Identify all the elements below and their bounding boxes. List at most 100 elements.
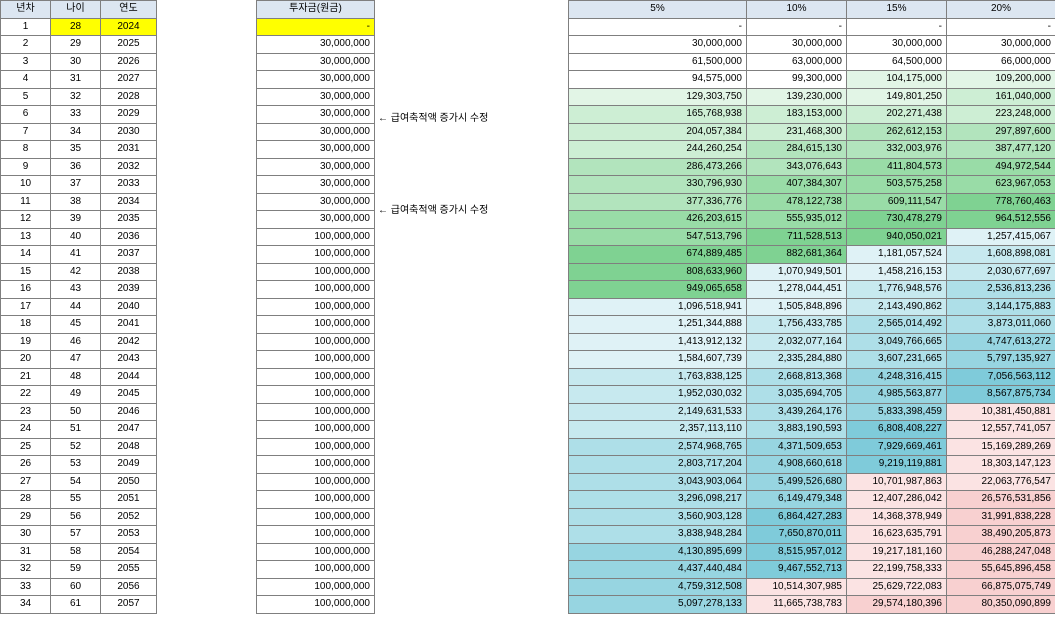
cell-year-index[interactable]: 23	[0, 402, 51, 421]
cell-rate-10[interactable]: 3,883,190,593	[746, 420, 847, 439]
cell-rate-15[interactable]: 64,500,000	[846, 52, 947, 71]
cell-rate-10[interactable]: 99,300,000	[746, 70, 847, 89]
cell-year-index[interactable]: 9	[0, 157, 51, 176]
cell-rate-5[interactable]: 61,500,000	[568, 52, 747, 71]
cell-rate-15[interactable]: 202,271,438	[846, 105, 947, 124]
cell-rate-15[interactable]: 10,701,987,863	[846, 472, 947, 491]
cell-rate-5[interactable]: 1,096,518,941	[568, 297, 747, 316]
cell-rate-15[interactable]: 2,565,014,492	[846, 315, 947, 334]
cell-year[interactable]: 2056	[100, 577, 157, 596]
cell-rate-20[interactable]: 46,288,247,048	[946, 542, 1055, 561]
cell-rate-20[interactable]: 26,576,531,856	[946, 490, 1055, 509]
cell-rate-5[interactable]: 2,357,113,110	[568, 420, 747, 439]
cell-rate-20[interactable]: 2,030,677,697	[946, 262, 1055, 281]
cell-investment[interactable]: 100,000,000	[256, 367, 375, 386]
cell-year-index[interactable]: 29	[0, 507, 51, 526]
cell-rate-20[interactable]: 2,536,813,236	[946, 280, 1055, 299]
cell-rate-10[interactable]: 3,439,264,176	[746, 402, 847, 421]
cell-age[interactable]: 30	[50, 52, 101, 71]
cell-year-index[interactable]: 10	[0, 175, 51, 194]
cell-year[interactable]: 2032	[100, 157, 157, 176]
cell-rate-15[interactable]: 5,833,398,459	[846, 402, 947, 421]
cell-rate-15[interactable]: 149,801,250	[846, 87, 947, 106]
cell-age[interactable]: 47	[50, 350, 101, 369]
cell-year[interactable]: 2045	[100, 385, 157, 404]
cell-investment[interactable]: 100,000,000	[256, 577, 375, 596]
cell-rate-10[interactable]: 4,908,660,618	[746, 455, 847, 474]
cell-rate-5[interactable]: 286,473,266	[568, 157, 747, 176]
cell-year-index[interactable]: 24	[0, 420, 51, 439]
cell-year-index[interactable]: 34	[0, 595, 51, 614]
cell-rate-5[interactable]: 808,633,960	[568, 262, 747, 281]
cell-age[interactable]: 50	[50, 402, 101, 421]
cell-year-index[interactable]: 22	[0, 385, 51, 404]
cell-rate-15[interactable]: 6,808,408,227	[846, 420, 947, 439]
cell-year-index[interactable]: 19	[0, 332, 51, 351]
cell-rate-10[interactable]: 2,668,813,368	[746, 367, 847, 386]
cell-year[interactable]: 2044	[100, 367, 157, 386]
cell-age[interactable]: 49	[50, 385, 101, 404]
cell-year-index[interactable]: 6	[0, 105, 51, 124]
cell-rate-20[interactable]: 3,144,175,883	[946, 297, 1055, 316]
cell-investment[interactable]: 100,000,000	[256, 420, 375, 439]
cell-year[interactable]: 2024	[100, 17, 157, 36]
cell-year[interactable]: 2039	[100, 280, 157, 299]
cell-age[interactable]: 61	[50, 595, 101, 614]
cell-investment[interactable]: 100,000,000	[256, 332, 375, 351]
cell-rate-20[interactable]: 3,873,011,060	[946, 315, 1055, 334]
cell-year-index[interactable]: 4	[0, 70, 51, 89]
cell-rate-10[interactable]: 6,864,427,283	[746, 507, 847, 526]
cell-rate-10[interactable]: 10,514,307,985	[746, 577, 847, 596]
cell-rate-10[interactable]: 407,384,307	[746, 175, 847, 194]
cell-year[interactable]: 2036	[100, 227, 157, 246]
cell-investment[interactable]: 100,000,000	[256, 455, 375, 474]
header-year[interactable]: 연도	[100, 0, 157, 19]
cell-age[interactable]: 55	[50, 490, 101, 509]
cell-rate-5[interactable]: 377,336,776	[568, 192, 747, 211]
cell-rate-20[interactable]: 223,248,000	[946, 105, 1055, 124]
cell-rate-15[interactable]: 3,049,766,665	[846, 332, 947, 351]
cell-rate-5[interactable]: 2,574,968,765	[568, 437, 747, 456]
cell-rate-10[interactable]: 11,665,738,783	[746, 595, 847, 614]
cell-rate-5[interactable]: 1,413,912,132	[568, 332, 747, 351]
cell-rate-5[interactable]: 244,260,254	[568, 140, 747, 159]
cell-year-index[interactable]: 12	[0, 210, 51, 229]
cell-rate-10[interactable]: 1,756,433,785	[746, 315, 847, 334]
cell-year[interactable]: 2026	[100, 52, 157, 71]
cell-age[interactable]: 40	[50, 227, 101, 246]
cell-investment[interactable]: 100,000,000	[256, 315, 375, 334]
cell-rate-15[interactable]: 1,181,057,524	[846, 245, 947, 264]
cell-age[interactable]: 35	[50, 140, 101, 159]
cell-rate-5[interactable]: 3,560,903,128	[568, 507, 747, 526]
cell-investment[interactable]: 30,000,000	[256, 105, 375, 124]
cell-year-index[interactable]: 2	[0, 35, 51, 54]
cell-rate-10[interactable]: 5,499,526,680	[746, 472, 847, 491]
cell-year-index[interactable]: 26	[0, 455, 51, 474]
cell-rate-15[interactable]: 3,607,231,665	[846, 350, 947, 369]
cell-rate-10[interactable]: 478,122,738	[746, 192, 847, 211]
cell-year[interactable]: 2025	[100, 35, 157, 54]
cell-age[interactable]: 57	[50, 525, 101, 544]
cell-year[interactable]: 2043	[100, 350, 157, 369]
cell-rate-10[interactable]: 3,035,694,705	[746, 385, 847, 404]
cell-rate-20[interactable]: 31,991,838,228	[946, 507, 1055, 526]
cell-rate-10[interactable]: 4,371,509,653	[746, 437, 847, 456]
cell-year[interactable]: 2042	[100, 332, 157, 351]
cell-rate-20[interactable]: 7,056,563,112	[946, 367, 1055, 386]
cell-rate-20[interactable]: 66,875,075,749	[946, 577, 1055, 596]
cell-age[interactable]: 33	[50, 105, 101, 124]
cell-age[interactable]: 36	[50, 157, 101, 176]
cell-year-index[interactable]: 20	[0, 350, 51, 369]
cell-rate-10[interactable]: 882,681,364	[746, 245, 847, 264]
cell-age[interactable]: 34	[50, 122, 101, 141]
cell-rate-15[interactable]: 22,199,758,333	[846, 560, 947, 579]
cell-age[interactable]: 59	[50, 560, 101, 579]
cell-rate-20[interactable]: 55,645,896,458	[946, 560, 1055, 579]
cell-investment[interactable]: 30,000,000	[256, 210, 375, 229]
cell-year[interactable]: 2029	[100, 105, 157, 124]
cell-rate-5[interactable]: 3,838,948,284	[568, 525, 747, 544]
cell-year-index[interactable]: 17	[0, 297, 51, 316]
cell-rate-20[interactable]: 80,350,090,899	[946, 595, 1055, 614]
cell-year-index[interactable]: 33	[0, 577, 51, 596]
cell-rate-5[interactable]: 1,763,838,125	[568, 367, 747, 386]
